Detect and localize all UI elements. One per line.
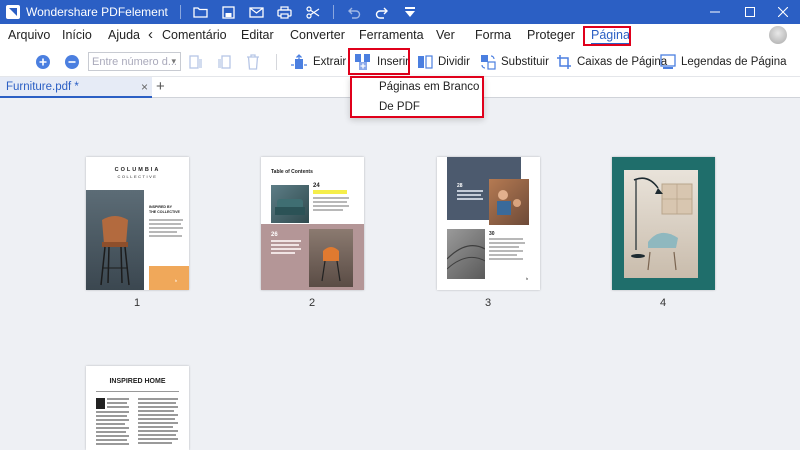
menu-ver[interactable]: Ver <box>436 28 455 42</box>
replace-label: Substituir <box>501 56 549 68</box>
page2-item-24: 24 <box>313 183 320 189</box>
menu-inicio[interactable]: Início <box>62 28 92 42</box>
highlight-insert-button <box>348 48 410 75</box>
title-separator <box>179 5 181 19</box>
page2-heading: Table of Contents <box>271 169 313 175</box>
save-icon[interactable] <box>221 4 237 20</box>
split-icon <box>418 55 433 69</box>
app-title: Wondershare PDFelement <box>26 5 168 19</box>
page1-brand: COLUMBIA <box>114 167 161 173</box>
close-window-icon[interactable] <box>768 0 798 24</box>
page-thumbnail-5[interactable]: INSPIRED HOME <box>86 366 189 450</box>
page-boxes-button[interactable]: Caixas de Página <box>556 52 667 72</box>
page1-photo <box>86 190 144 290</box>
menu-editar[interactable]: Editar <box>241 28 274 42</box>
zoom-out-icon <box>65 55 79 69</box>
close-icon[interactable]: × <box>141 80 148 94</box>
zoom-in-button[interactable] <box>35 52 51 72</box>
highlight-pagina-tab <box>583 26 631 46</box>
rotate-right-icon <box>218 55 231 69</box>
crop-icon <box>557 55 571 69</box>
replace-icon <box>481 55 496 70</box>
quick-access-dropdown-icon[interactable] <box>402 4 418 20</box>
chevron-left-icon[interactable]: ‹ <box>148 26 153 43</box>
page-number-3: 3 <box>484 297 492 309</box>
page-labels-label: Legendas de Página <box>681 56 787 68</box>
page5-heading: INSPIRED HOME <box>109 378 166 385</box>
print-icon[interactable] <box>277 4 293 20</box>
delete-page-button[interactable] <box>246 52 260 72</box>
menu-converter[interactable]: Converter <box>290 28 345 42</box>
page1-accent-block <box>149 266 189 290</box>
menu-ferramenta[interactable]: Ferramenta <box>359 28 424 42</box>
undo-icon[interactable] <box>346 4 362 20</box>
maximize-icon[interactable] <box>735 0 765 24</box>
menu-bar: Arquivo Início Ajuda ‹ Comentário Editar… <box>0 24 800 48</box>
page-thumbnail-3[interactable]: 28 30 h <box>437 157 540 290</box>
menu-forma[interactable]: Forma <box>475 28 511 42</box>
split-label: Dividir <box>438 56 470 68</box>
page-number-4: 4 <box>659 297 667 309</box>
add-tab-icon[interactable]: + <box>156 78 165 95</box>
page3-corner: h <box>526 276 529 281</box>
menu-ajuda[interactable]: Ajuda <box>108 28 140 42</box>
title-bar: Wondershare PDFelement <box>0 0 800 24</box>
open-folder-icon[interactable] <box>193 4 209 20</box>
page-number-2: 2 <box>308 297 316 309</box>
page1-text-b: THE COLLECTIVE <box>149 210 180 214</box>
replace-button[interactable]: Substituir <box>480 52 549 72</box>
page1-brand-sub: COLLECTIVE <box>117 174 158 179</box>
app-logo-icon <box>6 5 20 19</box>
zoom-in-icon <box>36 55 50 69</box>
tab-furniture-pdf[interactable]: Furniture.pdf * × <box>0 77 152 98</box>
menu-comentario[interactable]: Comentário <box>162 28 227 42</box>
extract-button[interactable]: Extrair <box>290 52 346 72</box>
title-separator <box>332 5 334 19</box>
page2-item-26: 26 <box>271 232 278 238</box>
page5-drop-cap <box>96 398 105 409</box>
rotate-left-icon <box>189 55 202 69</box>
page-number-placeholder: Entre número d... <box>92 55 177 68</box>
rotate-right-button[interactable] <box>216 52 232 72</box>
page-thumbnail-1[interactable]: COLUMBIA COLLECTIVE INSPIRED BY THE COLL… <box>86 157 189 290</box>
page-boxes-label: Caixas de Página <box>577 56 668 68</box>
page3-photo-a <box>489 179 529 225</box>
page3-item-28: 28 <box>457 183 463 189</box>
insert-dropdown-menu: Páginas em Branco De PDF <box>350 76 484 118</box>
avatar[interactable] <box>769 26 787 44</box>
mail-icon[interactable] <box>249 4 265 20</box>
menu-proteger[interactable]: Proteger <box>527 28 575 42</box>
extract-icon <box>291 54 307 69</box>
page-labels-button[interactable]: Legendas de Página <box>660 52 787 72</box>
page1-corner: h <box>175 278 178 283</box>
menu-item-blank-pages[interactable]: Páginas em Branco <box>379 81 479 93</box>
menu-item-from-pdf[interactable]: De PDF <box>379 101 420 113</box>
page3-photo-b <box>446 229 486 279</box>
page2-photo-b <box>309 229 353 287</box>
scissors-icon[interactable] <box>305 4 321 20</box>
page-number-1: 1 <box>133 297 141 309</box>
page4-photo <box>624 170 698 278</box>
chevron-down-icon[interactable]: ▾ <box>171 56 176 67</box>
page-thumbnail-2[interactable]: Table of Contents 24 26 <box>261 157 364 290</box>
zoom-out-button[interactable] <box>64 52 80 72</box>
menu-arquivo[interactable]: Arquivo <box>8 28 50 42</box>
redo-icon[interactable] <box>374 4 390 20</box>
tab-title: Furniture.pdf * <box>6 80 79 93</box>
page-thumbnail-4[interactable] <box>612 157 715 290</box>
page3-item-30: 30 <box>489 231 495 237</box>
minimize-icon[interactable] <box>700 0 730 24</box>
split-button[interactable]: Dividir <box>417 52 470 72</box>
trash-icon <box>247 54 259 70</box>
rotate-left-button[interactable] <box>188 52 204 72</box>
page-label-icon <box>660 54 676 69</box>
extract-label: Extrair <box>313 56 347 68</box>
toolbar-divider <box>276 54 277 70</box>
page-number-input[interactable]: Entre número d... ▾ <box>88 52 181 71</box>
page2-photo-a <box>271 185 309 223</box>
